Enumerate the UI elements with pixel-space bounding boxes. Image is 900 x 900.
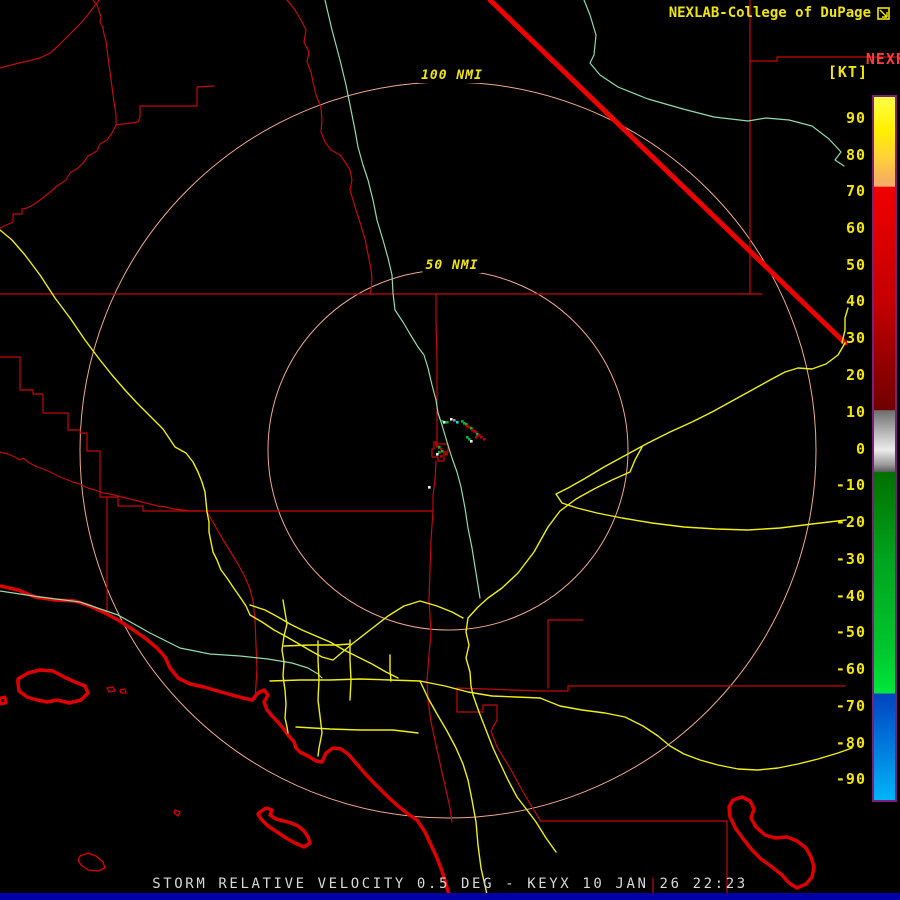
county-line <box>0 356 144 512</box>
range-ring-label: 50 NMI <box>422 258 482 273</box>
coast-line <box>119 688 127 694</box>
colorbar-tick: -50 <box>835 623 866 641</box>
road-line <box>465 446 643 696</box>
coast-line <box>727 795 816 890</box>
coast-line <box>106 686 116 693</box>
colorbar-tick: 40 <box>845 292 866 310</box>
product-title: STORM RELATIVE VELOCITY 0.5 DEG - KEYX 1… <box>152 876 748 892</box>
colorbar-tick: -10 <box>835 476 866 494</box>
colorbar-tick: 80 <box>845 146 866 164</box>
road-line <box>269 678 541 699</box>
brand-title: NEXLAB-College of DuPage <box>669 5 890 21</box>
road-line <box>317 640 323 757</box>
units-label: [KT] <box>827 63 868 81</box>
colorbar-tick: 50 <box>845 256 866 274</box>
county-line <box>115 85 215 126</box>
colorbar-tick: -90 <box>835 770 866 788</box>
range-ring-label: 100 NMI <box>418 68 486 83</box>
road-line <box>349 639 352 701</box>
radar-map <box>0 0 900 900</box>
road-line <box>295 726 419 734</box>
county-line <box>0 0 100 69</box>
colorbar-tick: 20 <box>845 366 866 384</box>
river-line <box>324 0 481 599</box>
colorbar-tick: 30 <box>845 329 866 347</box>
county-line <box>456 687 541 821</box>
velocity-echo-pixel <box>470 440 473 443</box>
colorbar-tick: 70 <box>845 182 866 200</box>
river-line <box>583 0 845 167</box>
road-line <box>389 654 392 682</box>
velocity-echo-pixel <box>475 436 478 439</box>
road-line <box>249 604 399 679</box>
road-line <box>0 229 251 616</box>
velocity-colorbar <box>872 95 897 802</box>
colorbar-tick: -60 <box>835 660 866 678</box>
river-line <box>0 590 323 679</box>
county-line <box>432 460 437 512</box>
colorbar-tick: -70 <box>835 697 866 715</box>
colorbar-tick: -20 <box>835 513 866 531</box>
colorbar-tick: -80 <box>835 734 866 752</box>
colorbar-tick: -30 <box>835 550 866 568</box>
velocity-echo-pixel <box>456 421 459 424</box>
county-line <box>426 510 453 823</box>
velocity-echo-pixel <box>440 455 443 458</box>
county-line <box>435 293 438 443</box>
colorbar-tick: -40 <box>835 587 866 605</box>
road-line <box>555 342 847 531</box>
radar-display: 100 NMI 50 NMI NEXLAB-College of DuPage N… <box>0 0 900 900</box>
dupage-logo-icon <box>877 6 890 20</box>
coast-line <box>256 806 312 849</box>
coast-line <box>173 809 181 817</box>
colorbar-tick: 0 <box>855 440 866 458</box>
velocity-echo-pixel <box>443 421 446 424</box>
county-line <box>456 685 846 692</box>
velocity-echo-pixel <box>446 421 449 424</box>
coast-line <box>16 668 90 705</box>
footer-bar <box>0 893 900 900</box>
road-line <box>332 600 464 661</box>
road-line <box>283 643 351 647</box>
product-code-label: NEXR <box>865 50 900 68</box>
velocity-echo-pixel <box>428 486 431 489</box>
county-line <box>286 0 373 295</box>
coast-line <box>0 695 8 706</box>
colorbar-tick: 60 <box>845 219 866 237</box>
county-line <box>92 0 117 126</box>
coast-line <box>77 852 106 872</box>
colorbar-tick: 90 <box>845 109 866 127</box>
road-line <box>472 694 557 853</box>
velocity-echo-pixel <box>483 438 486 441</box>
brand-text: NEXLAB-College of DuPage <box>668 5 871 21</box>
velocity-echo-pixel <box>480 436 483 439</box>
county-line <box>0 124 117 229</box>
colorbar-tick: 10 <box>845 403 866 421</box>
velocity-echo-pixel <box>450 418 453 421</box>
velocity-echo-pixel <box>445 453 448 456</box>
velocity-echo-pixel <box>453 419 456 422</box>
velocity-echo-pixel <box>436 453 439 456</box>
border-line <box>487 0 848 346</box>
county-line <box>206 511 258 701</box>
